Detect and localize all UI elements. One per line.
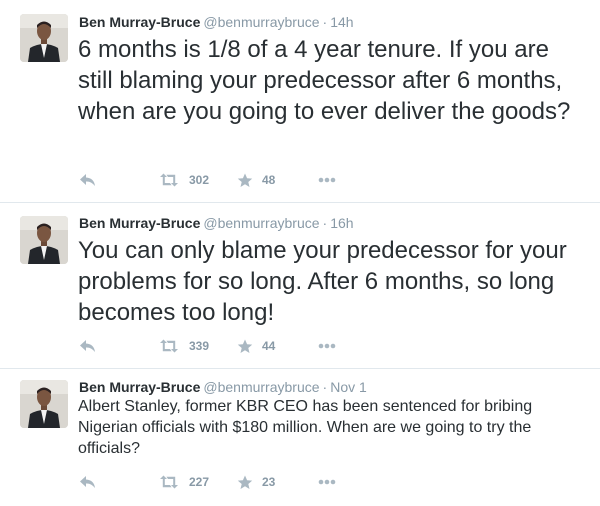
author-handle[interactable]: @benmurraybruce (203, 14, 319, 30)
more-icon (318, 343, 336, 349)
tweet[interactable]: Ben Murray-Bruce @benmurraybruce · 14h 6 mo… (0, 0, 600, 203)
tweet-text: Albert Stanley, former KBR CEO has been … (78, 398, 533, 457)
tweet-header: Ben Murray-Bruce @benmurraybruce · 16h (79, 214, 590, 232)
retweet-button[interactable]: 339 (159, 336, 209, 356)
reply-icon (79, 173, 96, 187)
time-separator: · (322, 14, 328, 30)
reply-button[interactable] (79, 336, 96, 356)
tweet[interactable]: Ben Murray-Bruce @benmurraybruce · 16h You … (0, 203, 600, 369)
reply-icon (79, 339, 96, 353)
author-name[interactable]: Ben Murray-Bruce (79, 379, 200, 395)
author-name[interactable]: Ben Murray-Bruce (79, 215, 200, 231)
tweet-header: Ben Murray-Bruce @benmurraybruce · 14h (79, 13, 590, 31)
tweet-header: Ben Murray-Bruce @benmurraybruce · Nov 1 (79, 378, 590, 396)
more-icon (318, 479, 336, 485)
favorite-icon (237, 475, 253, 490)
retweet-icon (159, 173, 179, 187)
tweet-timestamp[interactable]: Nov 1 (330, 379, 367, 395)
avatar[interactable] (20, 14, 68, 62)
author-handle[interactable]: @benmurraybruce (203, 379, 319, 395)
favorite-count: 44 (262, 339, 276, 353)
time-separator: · (322, 215, 328, 231)
time-separator: · (322, 379, 328, 395)
favorite-icon (237, 339, 253, 354)
more-options-button[interactable] (318, 170, 336, 190)
favorite-count: 48 (262, 173, 276, 187)
favorite-icon (237, 173, 253, 188)
retweet-icon (159, 475, 179, 489)
retweet-count: 227 (189, 475, 210, 489)
retweet-button[interactable]: 227 (159, 472, 209, 492)
reply-button[interactable] (79, 170, 96, 190)
favorite-count: 23 (262, 475, 276, 489)
favorite-button[interactable]: 23 (237, 472, 275, 492)
retweet-icon (159, 339, 179, 353)
tweet-text: 6 months is 1/8 of a 4 year tenure. If y… (78, 36, 571, 125)
tweet-timestamp[interactable]: 14h (330, 14, 353, 30)
retweet-count: 302 (189, 173, 210, 187)
author-handle[interactable]: @benmurraybruce (203, 215, 319, 231)
retweet-button[interactable]: 302 (159, 170, 209, 190)
tweet-timestamp[interactable]: 16h (330, 215, 353, 231)
favorite-button[interactable]: 48 (237, 170, 275, 190)
tweet-timeline: Ben Murray-Bruce @benmurraybruce · 14h 6 mo… (0, 0, 600, 506)
tweet[interactable]: Ben Murray-Bruce @benmurraybruce · Nov 1 Al… (0, 369, 600, 506)
reply-button[interactable] (79, 472, 96, 492)
tweet-text: You can only blame your predecessor for … (78, 237, 567, 326)
more-icon (318, 177, 336, 183)
author-name[interactable]: Ben Murray-Bruce (79, 14, 200, 30)
avatar[interactable] (20, 216, 68, 264)
favorite-button[interactable]: 44 (237, 336, 275, 356)
reply-icon (79, 475, 96, 489)
avatar[interactable] (20, 380, 68, 428)
more-options-button[interactable] (318, 472, 336, 492)
retweet-count: 339 (189, 339, 210, 353)
more-options-button[interactable] (318, 336, 336, 356)
